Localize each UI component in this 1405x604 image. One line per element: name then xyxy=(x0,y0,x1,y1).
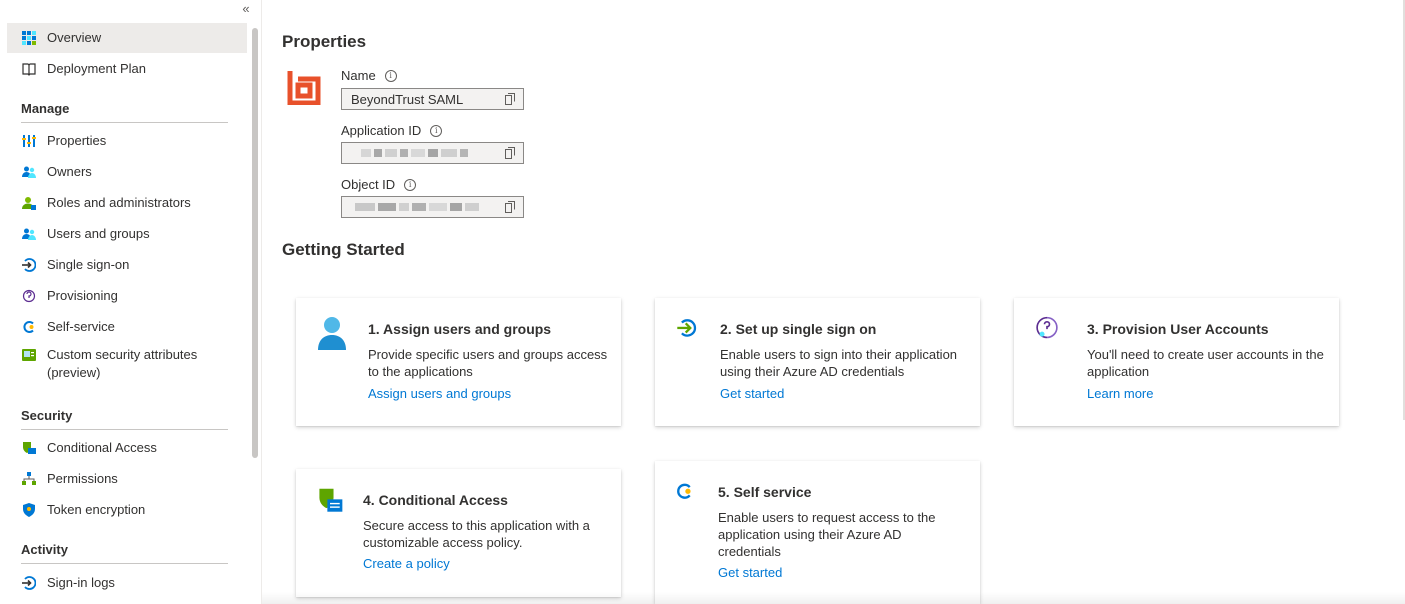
collapse-sidebar-button[interactable]: « xyxy=(236,2,256,17)
card-title: 5. Self service xyxy=(718,484,812,500)
app-logo xyxy=(284,69,322,106)
sidebar-item-label: Permissions xyxy=(47,471,118,486)
sidebar-item-single-sign-on[interactable]: Single sign-on xyxy=(7,250,247,280)
sidebar-scrollbar[interactable] xyxy=(252,28,258,458)
info-icon[interactable]: i xyxy=(384,69,397,82)
sidebar-item-label: Sign-in logs xyxy=(47,575,115,590)
card-description: You'll need to create user accounts in t… xyxy=(1087,347,1324,379)
sidebar-item-label: Properties xyxy=(47,133,107,148)
getting-started-heading: Getting Started xyxy=(282,240,405,259)
card-description: Provide specific users and groups access… xyxy=(368,347,608,379)
sidebar-item-label: Custom security attributes (preview) xyxy=(47,347,198,380)
sidebar-item-label: Conditional Access xyxy=(47,440,157,455)
self-service-icon xyxy=(22,320,36,334)
provisioning-icon xyxy=(1036,316,1058,339)
sidebar-item-owners[interactable]: Owners xyxy=(7,157,247,187)
self-service-icon xyxy=(677,483,691,499)
sidebar-item-self-service[interactable]: Self-service xyxy=(7,312,247,342)
sidebar-item-label: Single sign-on xyxy=(47,257,130,272)
sidebar-item-roles[interactable]: Roles and administrators xyxy=(7,188,247,218)
sidebar-item-sign-in-logs[interactable]: Sign-in logs xyxy=(7,568,247,598)
properties-icon xyxy=(22,134,36,148)
custom-attributes-icon xyxy=(22,348,36,362)
object-id-label-text: Object ID xyxy=(341,177,396,192)
card-self-service: 5. Self service Enable users to request … xyxy=(655,461,980,604)
application-id-field[interactable] xyxy=(341,142,524,164)
copy-icon[interactable] xyxy=(505,147,515,159)
name-label-text: Name xyxy=(341,68,376,83)
sso-icon xyxy=(22,258,36,272)
sidebar-item-custom-security-attributes[interactable]: Custom security attributes (preview) xyxy=(7,343,247,383)
sidebar-item-provisioning[interactable]: Provisioning xyxy=(7,281,247,311)
name-label: Name i xyxy=(341,68,397,83)
sidebar-item-users-and-groups[interactable]: Users and groups xyxy=(7,219,247,249)
section-heading-activity: Activity xyxy=(21,542,228,564)
sign-in-logs-icon xyxy=(22,576,36,590)
users-icon xyxy=(22,227,36,241)
card-description: Enable users to sign into their applicat… xyxy=(720,347,958,379)
application-id-label: Application ID i xyxy=(341,123,443,138)
card-assign-users: 1. Assign users and groups Provide speci… xyxy=(296,298,621,426)
info-icon[interactable]: i xyxy=(430,124,443,137)
sidebar-item-label: Users and groups xyxy=(47,226,150,241)
sidebar-item-label: Owners xyxy=(47,164,92,179)
user-icon xyxy=(318,317,346,350)
info-icon[interactable]: i xyxy=(404,178,417,191)
properties-heading: Properties xyxy=(282,32,367,51)
object-id-field[interactable] xyxy=(341,196,524,218)
card-title: 3. Provision User Accounts xyxy=(1087,321,1269,337)
permissions-icon xyxy=(22,472,36,486)
sidebar-item-label: Provisioning xyxy=(47,288,118,303)
copy-icon[interactable] xyxy=(505,93,515,105)
sidebar-nav: « Overview Deployment Plan Manage Proper… xyxy=(0,0,262,604)
sidebar-item-properties[interactable]: Properties xyxy=(7,126,247,156)
learn-more-link[interactable]: Learn more xyxy=(1087,386,1153,401)
conditional-access-icon xyxy=(319,488,343,512)
create-policy-link[interactable]: Create a policy xyxy=(363,556,450,571)
sso-get-started-link[interactable]: Get started xyxy=(720,386,784,401)
overview-icon xyxy=(22,31,36,45)
name-value: BeyondTrust SAML xyxy=(351,91,464,107)
self-service-get-started-link[interactable]: Get started xyxy=(718,565,782,580)
conditional-access-icon xyxy=(22,441,36,455)
copy-icon[interactable] xyxy=(505,201,515,213)
object-id-label: Object ID i xyxy=(341,177,417,192)
roles-icon xyxy=(22,196,36,210)
card-title: 4. Conditional Access xyxy=(363,492,508,508)
card-conditional-access: 4. Conditional Access Secure access to t… xyxy=(296,469,621,597)
card-description: Enable users to request access to the ap… xyxy=(718,510,936,559)
sidebar-divider xyxy=(261,0,262,604)
card-title: 1. Assign users and groups xyxy=(368,321,552,337)
sidebar-item-label: Overview xyxy=(47,30,102,45)
sidebar-item-deployment-plan[interactable]: Deployment Plan xyxy=(7,54,247,84)
sidebar-item-label: Token encryption xyxy=(47,502,146,517)
name-field[interactable]: BeyondTrust SAML xyxy=(341,88,524,110)
redacted-value xyxy=(351,149,468,157)
owners-icon xyxy=(22,165,36,179)
section-heading-manage: Manage xyxy=(21,101,228,123)
sidebar-item-label: Self-service xyxy=(47,319,115,334)
assign-users-link[interactable]: Assign users and groups xyxy=(368,386,511,401)
sidebar-item-conditional-access[interactable]: Conditional Access xyxy=(7,433,247,463)
card-provision-user-accounts: 3. Provision User Accounts You'll need t… xyxy=(1014,298,1339,426)
card-description: Secure access to this application with a… xyxy=(363,518,590,550)
application-id-label-text: Application ID xyxy=(341,123,422,138)
card-title: 2. Set up single sign on xyxy=(720,321,877,337)
section-heading-security: Security xyxy=(21,408,228,430)
sidebar-item-token-encryption[interactable]: Token encryption xyxy=(7,495,247,525)
card-single-sign-on: 2. Set up single sign on Enable users to… xyxy=(655,298,980,426)
sidebar-item-label: Roles and administrators xyxy=(47,195,191,210)
sidebar-item-overview[interactable]: Overview xyxy=(7,23,247,53)
sidebar-item-label: Deployment Plan xyxy=(47,61,146,76)
bottom-fade xyxy=(262,592,1405,604)
book-icon xyxy=(22,62,36,76)
sidebar-item-permissions[interactable]: Permissions xyxy=(7,464,247,494)
sso-icon xyxy=(677,319,697,337)
redacted-value xyxy=(351,203,479,211)
shield-icon xyxy=(22,503,36,517)
provisioning-icon xyxy=(22,289,36,303)
